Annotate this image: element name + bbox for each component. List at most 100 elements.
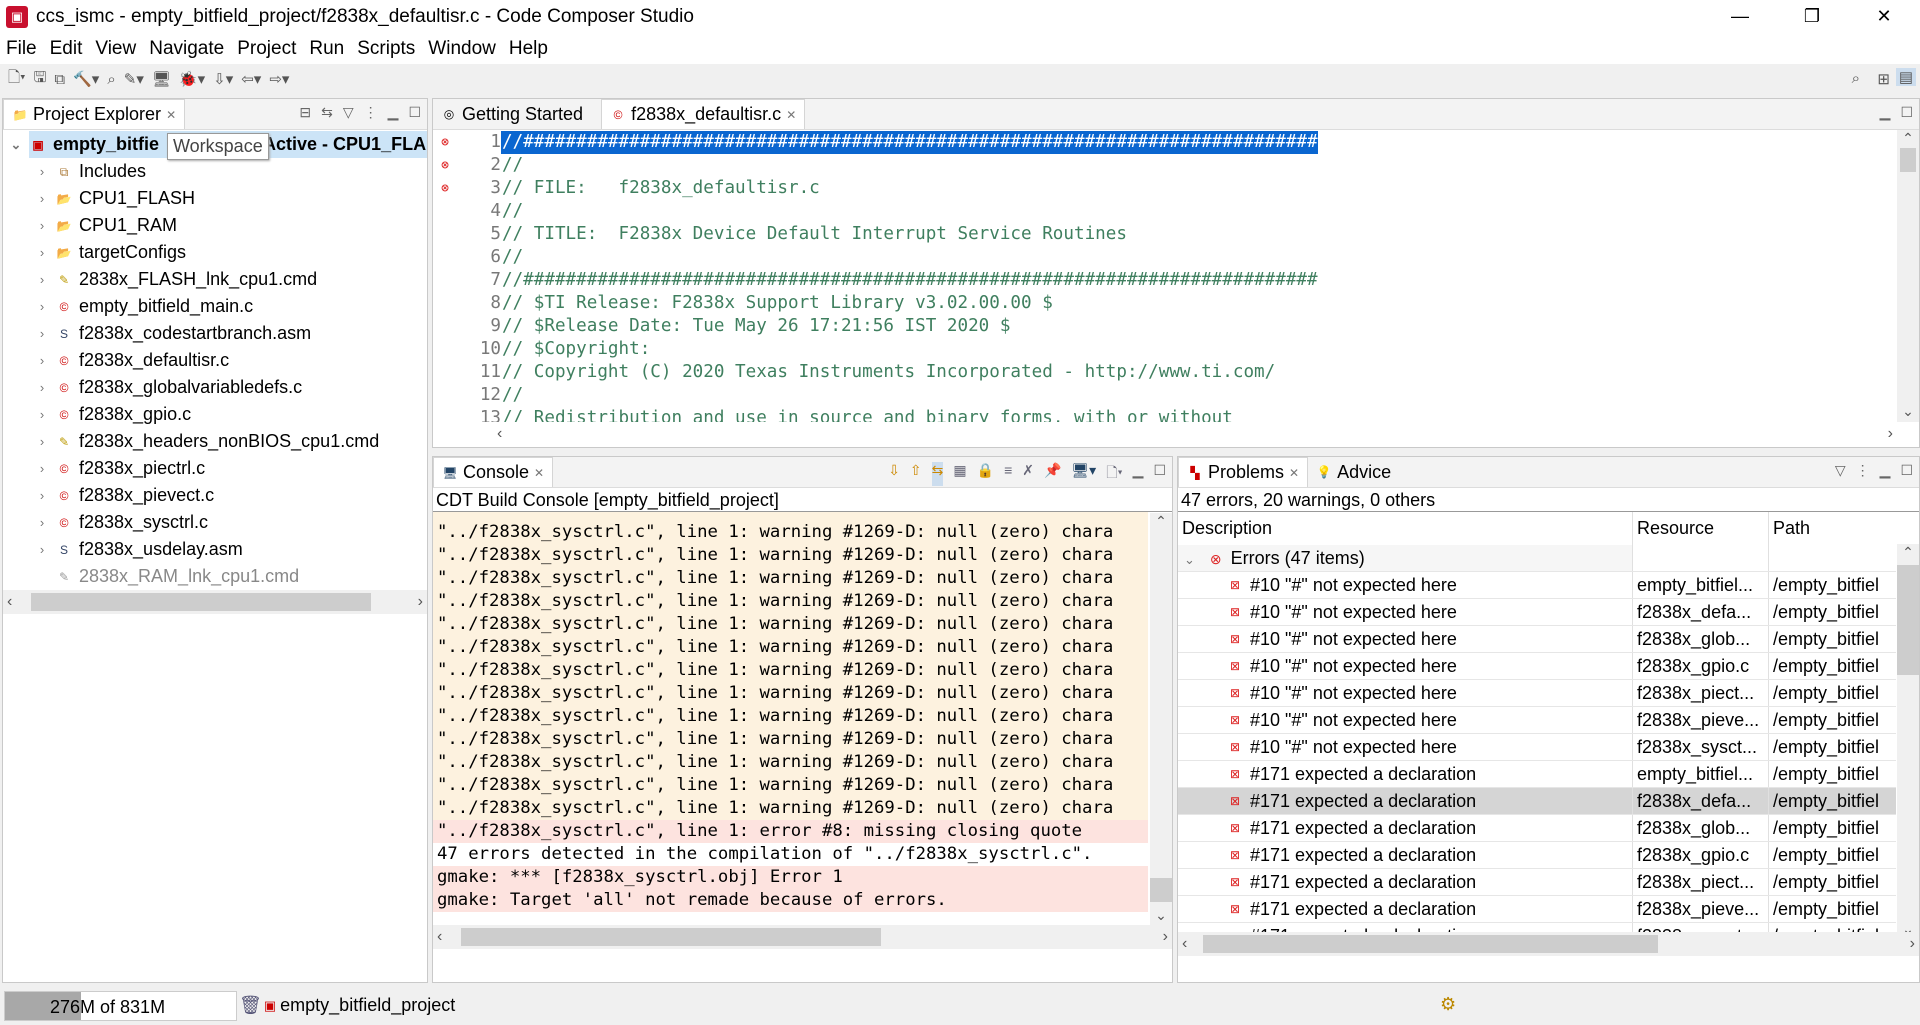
chevron-right-icon[interactable]: › [29, 218, 55, 233]
tree-item[interactable]: › © f2838x_pievect.c [3, 482, 427, 509]
chevron-right-icon[interactable]: › [29, 542, 55, 557]
maximize-view-icon[interactable]: ☐ [408, 104, 421, 121]
tree-item[interactable]: › ⧉ Includes [3, 158, 427, 185]
horizontal-scrollbar[interactable]: ‹ › [493, 422, 1897, 446]
problem-row[interactable]: ⊠ #171 expected a declaration f2838x_defa.… [1178, 788, 1896, 815]
tree-item[interactable]: › © f2838x_piectrl.c [3, 455, 427, 482]
view-menu-icon[interactable]: ⋮ [1856, 462, 1870, 479]
problem-row[interactable]: ⊠ #10 "#" not expected here f2838x_gpio.c /… [1178, 653, 1896, 680]
display-console-icon[interactable]: 🖥▾ [1071, 462, 1096, 486]
column-path[interactable]: Path [1768, 512, 1896, 545]
problem-row[interactable]: ⊠ #10 "#" not expected here empty_bitfiel.… [1178, 572, 1896, 599]
column-description[interactable]: Description [1178, 512, 1632, 545]
tab-f2838x-defaultisr[interactable]: © f2838x_defaultisr.c ✕ [601, 99, 806, 129]
error-marker-icon[interactable]: ⊗ [433, 131, 457, 154]
tree-item[interactable]: › ✎ f2838x_headers_nonBIOS_cpu1.cmd [3, 428, 427, 455]
copy-build-log-icon[interactable]: ▦ [953, 462, 966, 486]
tree-item[interactable]: › © f2838x_defaultisr.c [3, 347, 427, 374]
heap-status[interactable]: 276M of 831M [4, 990, 237, 1021]
problem-row[interactable]: ⊠ #10 "#" not expected here f2838x_defa...… [1178, 599, 1896, 626]
problem-row[interactable]: ⊠ #171 expected a declaration empty_bitfie… [1178, 761, 1896, 788]
close-tab-icon[interactable]: ✕ [786, 108, 796, 122]
chevron-right-icon[interactable]: › [29, 353, 55, 368]
errors-group[interactable]: ⌄ ⊗ Errors (47 items) [1178, 545, 1896, 572]
pin-console-icon[interactable]: 📌 [1044, 462, 1061, 486]
menu-scripts[interactable]: Scripts [357, 38, 415, 60]
clear-console-icon[interactable]: ✗ [1022, 462, 1034, 486]
perspective-icon[interactable]: ▤ [1895, 68, 1916, 86]
close-tab-icon[interactable]: ✕ [534, 466, 544, 480]
problem-row[interactable]: ⊠ #10 "#" not expected here f2838x_pieve..… [1178, 707, 1896, 734]
code-line[interactable]: ⊗ 3// FILE: f2838x_defaultisr.c [433, 177, 1919, 200]
tree-item[interactable]: › © f2838x_sysctrl.c [3, 509, 427, 536]
menu-help[interactable]: Help [509, 38, 548, 60]
close-tab-icon[interactable]: ✕ [1289, 466, 1299, 480]
code-line[interactable]: 6// [433, 246, 1919, 269]
code-editor[interactable]: ⊗ 1//####################################… [433, 130, 1919, 422]
maximize-view-icon[interactable]: ☐ [1900, 104, 1913, 121]
vertical-scrollbar[interactable]: ⌃ ⌄ [1897, 130, 1919, 422]
menu-navigate[interactable]: Navigate [149, 38, 224, 60]
debug-bug-icon[interactable]: 🐞▾ [179, 70, 205, 88]
view-menu-icon[interactable]: ⋮ [364, 104, 378, 121]
chevron-right-icon[interactable]: › [29, 272, 55, 287]
tab-advice[interactable]: 💡 Advice [1308, 457, 1399, 487]
menu-project[interactable]: Project [237, 38, 296, 60]
chevron-right-icon[interactable]: › [29, 434, 55, 449]
menu-window[interactable]: Window [428, 38, 496, 60]
problem-row[interactable]: ⊠ #171 expected a declaration f2838x_piect… [1178, 869, 1896, 896]
problem-row[interactable]: ⊠ #10 "#" not expected here f2838x_glob...… [1178, 626, 1896, 653]
minimize-button[interactable]: — [1704, 0, 1776, 34]
minimize-view-icon[interactable]: ▁ [1133, 462, 1144, 486]
chevron-right-icon[interactable]: › [29, 245, 55, 260]
vertical-scrollbar[interactable]: ⌃ ⌄ [1897, 544, 1919, 940]
back-icon[interactable]: ⇦▾ [241, 70, 261, 88]
link-editor-icon[interactable]: ⇆ [321, 104, 333, 121]
chevron-down-icon[interactable]: ⌄ [1184, 552, 1195, 567]
problem-row[interactable]: ⊠ #171 expected a declaration f2838x_pieve… [1178, 896, 1896, 923]
code-line[interactable]: 4// [433, 200, 1919, 223]
link-console-icon[interactable]: ⇆ [931, 462, 944, 486]
tree-item[interactable]: › 📂 targetConfigs [3, 239, 427, 266]
chevron-right-icon[interactable]: › [29, 407, 55, 422]
tab-problems[interactable]: ▚ Problems ✕ [1178, 457, 1309, 487]
code-line[interactable]: 10// $Copyright: [433, 338, 1919, 361]
menu-edit[interactable]: Edit [50, 38, 83, 60]
tree-item[interactable]: › © f2838x_globalvariabledefs.c [3, 374, 427, 401]
save-all-icon[interactable]: ⧉ [54, 71, 65, 88]
error-marker-icon[interactable]: ⊗ [433, 154, 457, 177]
code-line[interactable]: 7//#####################################… [433, 269, 1919, 292]
vertical-scrollbar[interactable]: ⌃ ⌄ [1150, 513, 1172, 926]
chevron-right-icon[interactable]: › [29, 488, 55, 503]
open-console-icon[interactable]: 🗋▾ [1106, 462, 1122, 486]
word-wrap-icon[interactable]: ≡ [1004, 462, 1012, 486]
code-line[interactable]: 13// Redistribution and use in source an… [433, 407, 1919, 422]
chevron-right-icon[interactable]: › [29, 515, 55, 530]
save-icon[interactable]: 🖫 [34, 67, 47, 92]
problem-row[interactable]: ⊠#171 expected a declarationf2838x_sysct… [1178, 923, 1896, 932]
search-toolbar-icon[interactable]: ⌕ [1852, 70, 1860, 87]
close-button[interactable]: ✕ [1848, 0, 1920, 34]
tab-project-explorer[interactable]: 📁 Project Explorer ✕ [3, 99, 186, 129]
collapse-all-icon[interactable]: ⊟ [299, 104, 311, 121]
tree-item[interactable]: › 📂 CPU1_RAM [3, 212, 427, 239]
horizontal-scrollbar[interactable]: ‹ › [3, 590, 427, 614]
code-line[interactable]: 12// [433, 384, 1919, 407]
scroll-lock-icon[interactable]: 🔒 [977, 462, 994, 486]
problem-row[interactable]: ⊠ #10 "#" not expected here f2838x_sysct..… [1178, 734, 1896, 761]
problem-row[interactable]: ⊠ #10 "#" not expected here f2838x_piect..… [1178, 680, 1896, 707]
code-line[interactable]: ⊗ 1//####################################… [433, 131, 1919, 154]
tree-item[interactable]: › Sf2838x_usdelay.asm [3, 536, 427, 563]
horizontal-scrollbar[interactable]: ‹ › [433, 925, 1172, 949]
forward-icon[interactable]: ⇨▾ [269, 70, 289, 88]
minimize-view-icon[interactable]: ▁ [1880, 462, 1891, 479]
chevron-right-icon[interactable]: › [29, 191, 55, 206]
menu-file[interactable]: File [6, 38, 37, 60]
chevron-down-icon[interactable]: ⌄ [3, 137, 29, 153]
menu-view[interactable]: View [95, 38, 136, 60]
open-perspective-icon[interactable]: ⊞ [1877, 70, 1890, 88]
build-hammer-icon[interactable]: 🔨▾ [73, 70, 99, 88]
previous-error-icon[interactable]: ⇧ [910, 462, 922, 486]
next-error-icon[interactable]: ⇩ [888, 462, 900, 486]
search-icon[interactable]: ⌕ [107, 71, 115, 88]
